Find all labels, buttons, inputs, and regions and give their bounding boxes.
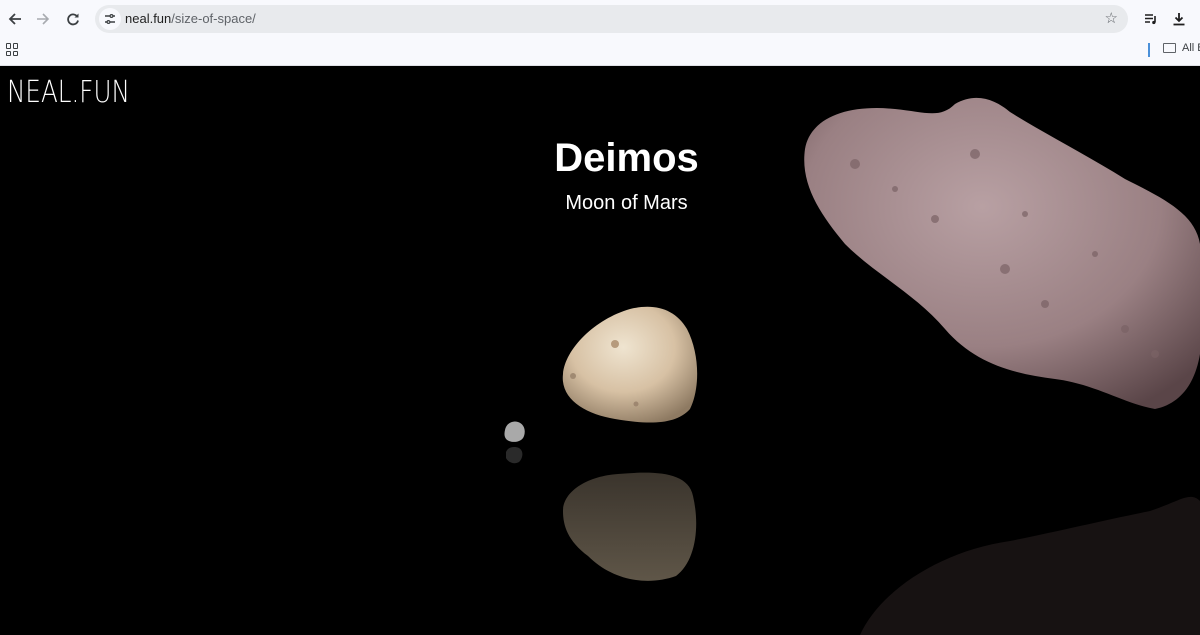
reload-button[interactable] bbox=[62, 8, 84, 30]
bookmarks-bar: All B bbox=[0, 38, 1200, 64]
all-bookmarks-label: All B bbox=[1182, 42, 1200, 54]
small-asteroid bbox=[504, 421, 525, 464]
bookmarks-separator bbox=[1148, 43, 1150, 57]
playlist-icon bbox=[1145, 14, 1156, 25]
back-button[interactable] bbox=[4, 8, 26, 30]
tune-icon bbox=[105, 14, 115, 24]
bookmark-star-button[interactable]: ☆ bbox=[1105, 9, 1118, 27]
site-logo[interactable]: NEAL.FUN bbox=[7, 75, 130, 110]
deimos-reflection bbox=[563, 472, 697, 581]
media-button[interactable] bbox=[1140, 8, 1162, 30]
download-button[interactable] bbox=[1168, 8, 1190, 30]
ida-reflection bbox=[860, 496, 1200, 635]
arrow-left-icon bbox=[8, 13, 21, 25]
star-icon: ☆ bbox=[1104, 10, 1118, 27]
folder-icon bbox=[1163, 43, 1176, 53]
download-icon bbox=[1173, 13, 1185, 26]
arrow-right-icon bbox=[37, 13, 50, 25]
browser-chrome: neal.fun/size-of-space/ ☆ All B bbox=[0, 0, 1200, 66]
url-path: /size-of-space/ bbox=[171, 11, 256, 26]
address-bar[interactable]: neal.fun/size-of-space/ ☆ bbox=[95, 5, 1128, 33]
url-domain: neal.fun bbox=[125, 11, 172, 26]
all-bookmarks-button[interactable]: All B bbox=[1163, 42, 1200, 54]
ida-asteroid bbox=[804, 97, 1200, 409]
reload-icon bbox=[67, 13, 79, 26]
deimos-moon bbox=[562, 306, 698, 423]
site-info-button[interactable] bbox=[99, 8, 121, 30]
space-viewport[interactable]: NEAL.FUN Deimos Moon of Mars bbox=[0, 66, 1200, 635]
url-text[interactable]: neal.fun/size-of-space/ bbox=[125, 11, 256, 26]
forward-button[interactable] bbox=[32, 8, 54, 30]
apps-grid-icon[interactable] bbox=[6, 43, 19, 56]
